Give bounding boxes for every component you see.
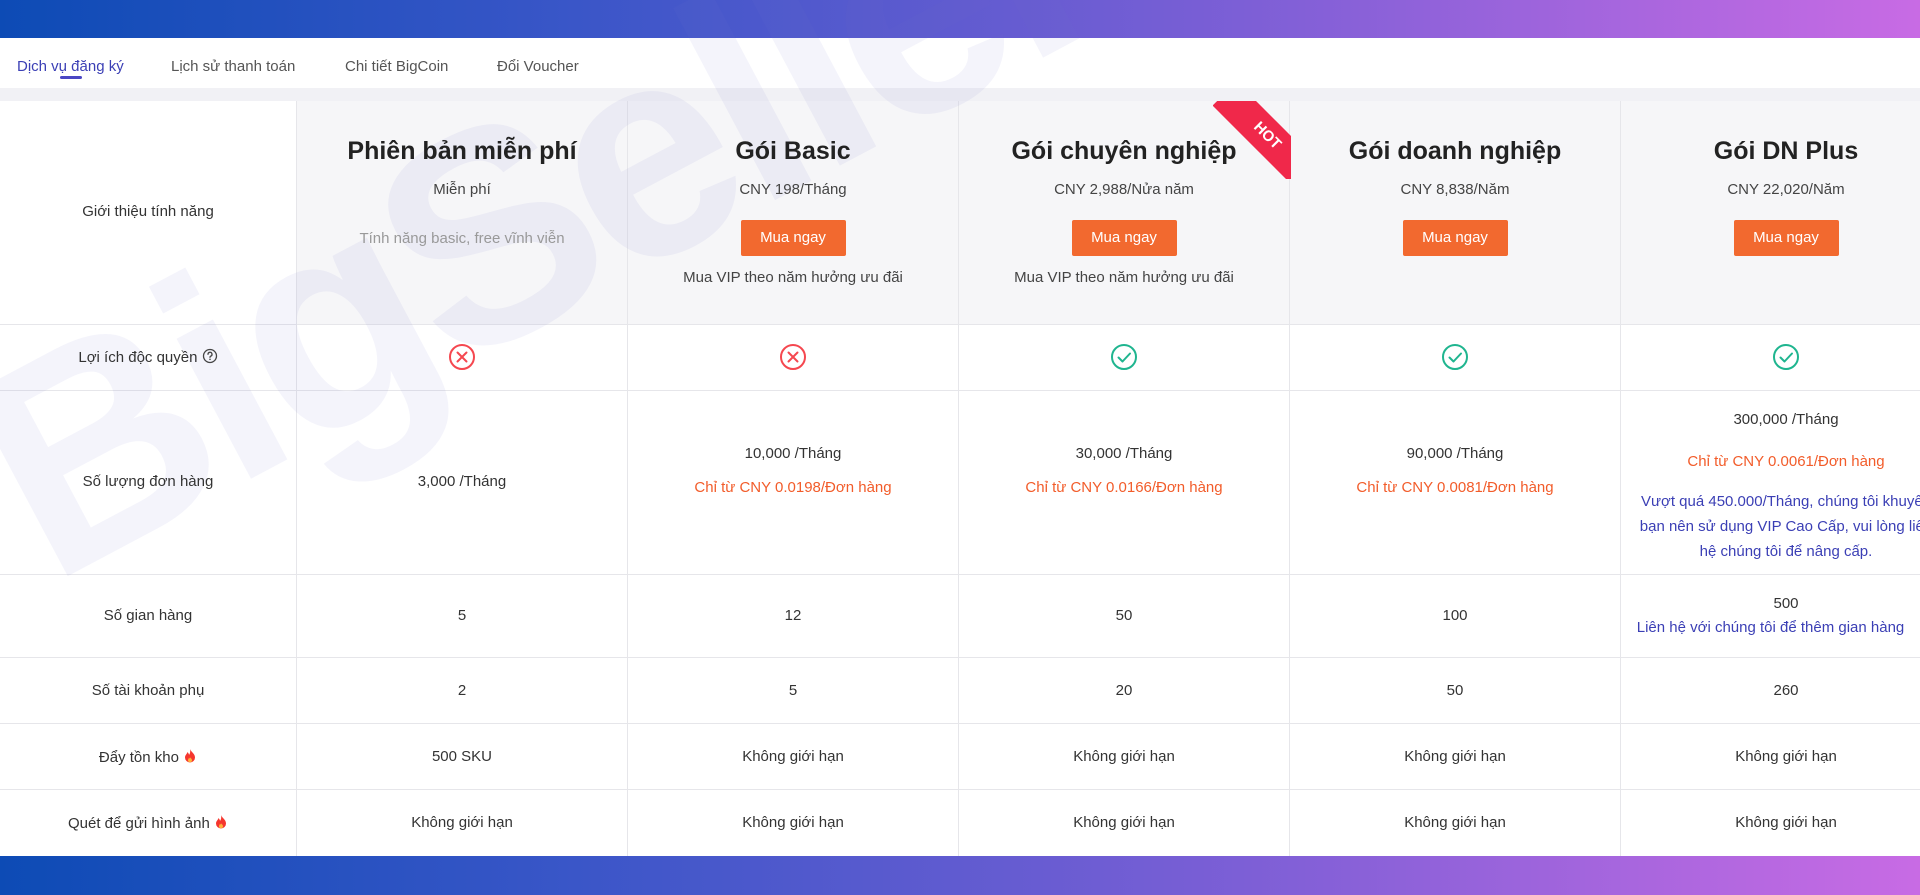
buy-dn-plus-button[interactable]: Mua ngay — [1733, 220, 1839, 256]
plan-title-enterprise: Gói doanh nghiệp — [1348, 137, 1562, 165]
plan-promo-pro: Mua VIP theo năm hưởng ưu đãi — [1014, 269, 1234, 286]
scan-photo-pro: Không giới hạn — [1073, 814, 1175, 831]
top-gradient-band — [0, 0, 1920, 38]
fire-icon — [183, 748, 197, 768]
row-label-exclusive: Lợi ích độc quyền — [0, 348, 296, 368]
scan-photo-basic: Không giới hạn — [742, 814, 844, 831]
orders-unit-basic: Chỉ từ CNY 0.0198/Đơn hàng — [694, 479, 892, 496]
tab-payment-history[interactable]: Lịch sử thanh toán — [171, 48, 295, 78]
active-tab-indicator — [60, 76, 82, 79]
buy-pro-button[interactable]: Mua ngay — [1071, 220, 1177, 256]
row-label-exclusive-text: Lợi ích độc quyền — [78, 348, 198, 366]
row-label-scan-photo: Quét để gửi hình ảnh — [0, 814, 296, 834]
plan-price-pro: CNY 2,988/Nửa năm — [1054, 181, 1194, 198]
scan-photo-free: Không giới hạn — [411, 814, 513, 831]
plan-title-dn-plus: Gói DN Plus — [1713, 137, 1859, 165]
tab-bigcoin-detail[interactable]: Chi tiết BigCoin — [345, 48, 448, 78]
row-divider — [0, 789, 1920, 790]
buy-enterprise-button[interactable]: Mua ngay — [1402, 220, 1508, 256]
sub-accounts-enterprise: 50 — [1446, 682, 1464, 699]
stores-enterprise: 100 — [1442, 607, 1468, 624]
exclusive-cell-free — [297, 343, 627, 375]
orders-unit-enterprise: Chỉ từ CNY 0.0081/Đơn hàng — [1356, 479, 1554, 496]
tab-subscription[interactable]: Dịch vụ đăng ký — [17, 48, 124, 78]
row-label-stores: Số gian hàng — [103, 607, 193, 624]
plan-title-basic: Gói Basic — [735, 137, 851, 165]
row-divider — [0, 657, 1920, 658]
sub-accounts-dn-plus: 260 — [1773, 682, 1799, 699]
orders-basic: 10,000 /Tháng — [744, 445, 842, 462]
column-divider — [1620, 101, 1621, 856]
tab-bar: Dịch vụ đăng ký Lịch sử thanh toán Chi t… — [0, 38, 1920, 88]
plan-price-free: Miễn phí — [433, 181, 491, 198]
sub-accounts-pro: 20 — [1115, 682, 1133, 699]
stock-push-free: 500 SKU — [431, 748, 493, 765]
row-divider — [0, 390, 1920, 391]
stores-dn-plus: 500 — [1773, 595, 1799, 612]
orders-free: 3,000 /Tháng — [417, 473, 507, 490]
plan-title-pro: Gói chuyên nghiệp — [1011, 137, 1237, 165]
orders-pro: 30,000 /Tháng — [1075, 445, 1173, 462]
row-label-sub-accounts: Số tài khoản phụ — [91, 682, 205, 699]
check-circle-icon — [1110, 343, 1138, 375]
plan-promo-basic: Mua VIP theo năm hưởng ưu đãi — [683, 269, 903, 286]
stores-note-dn-plus[interactable]: Liên hệ với chúng tôi để thêm gian hàng — [1621, 619, 1920, 636]
stores-basic: 12 — [784, 607, 802, 624]
orders-enterprise: 90,000 /Tháng — [1406, 445, 1504, 462]
fire-icon — [214, 814, 228, 834]
stock-push-pro: Không giới hạn — [1073, 748, 1175, 765]
buy-basic-button[interactable]: Mua ngay — [740, 220, 846, 256]
orders-unit-pro: Chỉ từ CNY 0.0166/Đơn hàng — [1025, 479, 1223, 496]
cross-circle-icon — [448, 343, 476, 375]
stock-push-enterprise: Không giới hạn — [1404, 748, 1506, 765]
row-label-intro: Giới thiệu tính năng — [82, 203, 214, 220]
buy-cell: Mua ngay — [1290, 220, 1620, 256]
check-circle-icon — [1772, 343, 1800, 375]
section-separator — [0, 88, 1920, 101]
stock-push-basic: Không giới hạn — [742, 748, 844, 765]
row-label-stock-push: Đẩy tồn kho — [0, 748, 296, 768]
buy-cell: Mua ngay — [1621, 220, 1920, 256]
sub-accounts-basic: 5 — [788, 682, 798, 699]
orders-unit-dn-plus: Chỉ từ CNY 0.0061/Đơn hàng — [1687, 453, 1885, 470]
row-divider — [0, 723, 1920, 724]
row-divider — [0, 574, 1920, 575]
check-circle-icon — [1441, 343, 1469, 375]
exclusive-cell-dn-plus — [1621, 343, 1920, 375]
scan-photo-enterprise: Không giới hạn — [1404, 814, 1506, 831]
row-label-stock-push-text: Đẩy tồn kho — [98, 748, 179, 766]
exclusive-cell-enterprise — [1290, 343, 1620, 375]
orders-dn-plus: 300,000 /Tháng — [1733, 411, 1839, 428]
header-row-background — [297, 101, 1920, 324]
plan-price-dn-plus: CNY 22,020/Năm — [1727, 181, 1845, 198]
plan-price-basic: CNY 198/Tháng — [739, 181, 847, 198]
sub-accounts-free: 2 — [457, 682, 467, 699]
bottom-gradient-band — [0, 856, 1920, 895]
help-circle-icon[interactable] — [202, 348, 218, 368]
plan-title-free: Phiên bản miễn phí — [347, 137, 577, 165]
buy-cell: Mua ngay — [959, 220, 1289, 256]
exclusive-cell-pro — [959, 343, 1289, 375]
buy-cell: Mua ngay — [628, 220, 958, 256]
cross-circle-icon — [779, 343, 807, 375]
row-divider — [0, 324, 1920, 325]
stores-free: 5 — [457, 607, 467, 624]
plan-price-enterprise: CNY 8,838/Năm — [1400, 181, 1510, 198]
stores-pro: 50 — [1115, 607, 1133, 624]
row-label-scan-photo-text: Quét để gửi hình ảnh — [68, 814, 210, 832]
orders-note-dn-plus: Vượt quá 450.000/Tháng, chúng tôi khuyên… — [1639, 493, 1920, 560]
row-label-orders: Số lượng đơn hàng — [82, 473, 214, 490]
plan-note-free: Tính năng basic, free vĩnh viễn — [359, 230, 565, 247]
tab-voucher[interactable]: Đổi Voucher — [497, 48, 579, 78]
stock-push-dn-plus: Không giới hạn — [1735, 748, 1837, 765]
pricing-table: BigSeller HOT Giới thiệu tính năng Lợi í… — [0, 0, 1920, 856]
scan-photo-dn-plus: Không giới hạn — [1735, 814, 1837, 831]
exclusive-cell-basic — [628, 343, 958, 375]
